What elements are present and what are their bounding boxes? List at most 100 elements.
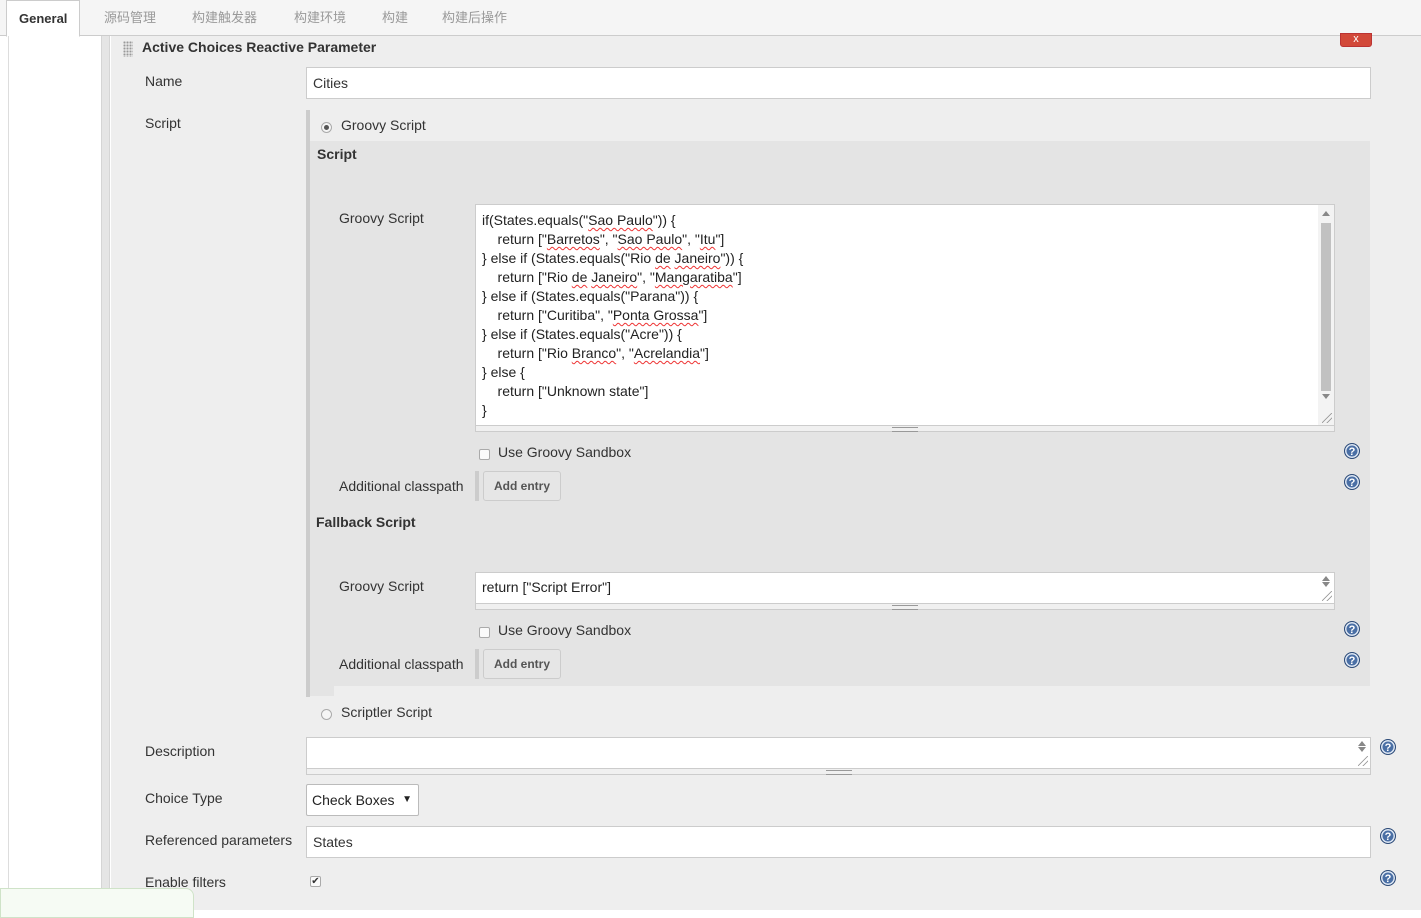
fallback-script-heading: Fallback Script [316,514,416,530]
help-icon[interactable]: ? [1344,621,1360,637]
resize-corner-icon[interactable] [1322,591,1332,601]
fallback-use-groovy-sandbox-checkbox[interactable] [479,627,490,638]
classpath-bar [475,471,479,501]
use-groovy-sandbox-label: Use Groovy Sandbox [498,444,632,460]
code-text: return ["Rio [482,269,572,285]
spellcheck-word: Sao Paulo [617,231,683,247]
scroll-up-icon[interactable] [1358,741,1366,746]
resize-corner-icon[interactable] [1358,756,1368,766]
tab-general[interactable]: General [6,0,81,37]
add-entry-button[interactable]: Add entry [483,471,562,501]
description-input[interactable] [306,737,1371,769]
additional-classpath-label: Additional classpath [339,478,464,494]
spellcheck-word: Branco [571,345,617,361]
scroll-up-icon[interactable] [1322,211,1330,216]
choice-type-label: Choice Type [145,790,223,806]
help-icon[interactable]: ? [1344,443,1360,459]
description-label: Description [145,743,216,759]
code-text: } [482,402,487,418]
description-scrollbar[interactable] [1354,738,1370,768]
groovy-script-label: Groovy Script [339,210,424,226]
spellcheck-word: Ponta Grossa [612,307,699,323]
tab-build[interactable]: 构建 [370,0,420,36]
help-icon[interactable]: ? [1380,739,1396,755]
left-gutter [101,36,110,910]
enable-filters-checkbox[interactable]: ✔ [310,876,321,887]
code-text: ")) { [720,250,744,266]
choice-type-value: Check Boxes [312,792,395,808]
tab-build-triggers[interactable]: 构建触发器 [180,0,269,36]
code-text: } else { [482,364,525,380]
name-label: Name [145,73,183,89]
help-icon[interactable]: ? [1344,652,1360,668]
drag-handle-icon[interactable] [123,41,133,57]
spellcheck-word: de [655,250,671,266]
tab-build-environment[interactable]: 构建环境 [282,0,358,36]
code-line: } else if (States.equals("Parana")) { [482,287,1328,306]
fallback-resize-handle[interactable] [475,604,1335,610]
referenced-parameters-label: Referenced parameters [145,832,293,848]
spellcheck-word: Barretos [546,231,600,247]
code-text: "] [715,231,725,247]
groovy-script-editor[interactable]: if(States.equals("Sao Paulo")) { return … [475,204,1335,426]
code-text: ", " [682,231,700,247]
code-text: ", " [637,269,655,285]
script-label: Script [145,115,181,131]
script-heading: Script [317,146,357,162]
code-lines: if(States.equals("Sao Paulo")) { return … [482,211,1328,420]
groovy-script-radio[interactable] [321,122,332,133]
fallback-classpath-bar [475,649,479,679]
code-text: } else if (States.equals("Parana")) { [482,288,699,304]
code-text: if(States.equals(" [482,212,589,228]
code-text: return ["Curitiba", " [482,307,613,323]
fallback-code-line: return ["Script Error"] [482,579,611,595]
code-text: } else if (States.equals("Acre")) { [482,326,682,342]
spellcheck-word: Janeiro [591,269,638,285]
spellcheck-word: Mangaratiba [654,269,733,285]
spellcheck-word: Janeiro [674,250,721,266]
editor-resize-handle[interactable] [475,426,1335,432]
scroll-down-icon[interactable] [1322,394,1330,399]
help-icon[interactable]: ? [1380,870,1396,886]
code-line: } [482,401,1328,420]
tab-source-management[interactable]: 源码管理 [92,0,168,36]
help-icon[interactable]: ? [1380,828,1396,844]
tab-post-build[interactable]: 构建后操作 [430,0,519,36]
help-icon[interactable]: ? [1344,474,1360,490]
scroll-down-icon[interactable] [1322,582,1330,587]
fallback-use-groovy-sandbox-label: Use Groovy Sandbox [498,622,632,638]
code-text: return [" [482,231,547,247]
scroll-up-icon[interactable] [1322,576,1330,581]
editor-scrollbar[interactable] [1318,205,1334,425]
script-block-bottom [310,686,334,696]
code-line: if(States.equals("Sao Paulo")) { [482,211,1328,230]
use-groovy-sandbox-checkbox[interactable] [479,449,490,460]
fallback-add-entry-button[interactable]: Add entry [483,649,562,679]
scriptler-script-option-label: Scriptler Script [341,704,433,720]
delete-button[interactable]: x [1340,33,1372,47]
code-text: ", " [616,345,634,361]
scrollbar-thumb[interactable] [1321,223,1331,391]
scroll-down-icon[interactable] [1358,747,1366,752]
fallback-script-editor[interactable]: return ["Script Error"] [475,572,1335,604]
code-line: } else if (States.equals("Acre")) { [482,325,1328,344]
code-text: "] [700,345,709,361]
spellcheck-word: Itu [699,231,716,247]
code-text: return ["Unknown state"] [482,383,649,399]
name-input[interactable]: Cities [306,67,1371,99]
choice-type-select[interactable]: Check Boxes ▼ [306,784,419,816]
tab-bar: General 源码管理 构建触发器 构建环境 构建 构建后操作 [0,0,1421,37]
description-resize-handle[interactable] [306,769,1371,775]
code-line: return ["Rio de Janeiro", "Mangaratiba"] [482,268,1328,287]
code-line: return ["Rio Branco", "Acrelandia"] [482,344,1328,363]
fallback-additional-classpath-label: Additional classpath [339,656,464,672]
code-line: return ["Barretos", "Sao Paulo", "Itu"] [482,230,1328,249]
code-text: ", " [599,231,618,247]
code-text: ")) { [652,212,676,228]
scriptler-script-radio[interactable] [321,709,332,720]
resize-corner-icon[interactable] [1322,413,1332,423]
caret-down-icon: ▼ [402,794,412,805]
code-text: } else if (States.equals("Rio [482,250,656,266]
groovy-script-option-label: Groovy Script [341,117,426,133]
referenced-parameters-input[interactable]: States [306,826,1371,858]
